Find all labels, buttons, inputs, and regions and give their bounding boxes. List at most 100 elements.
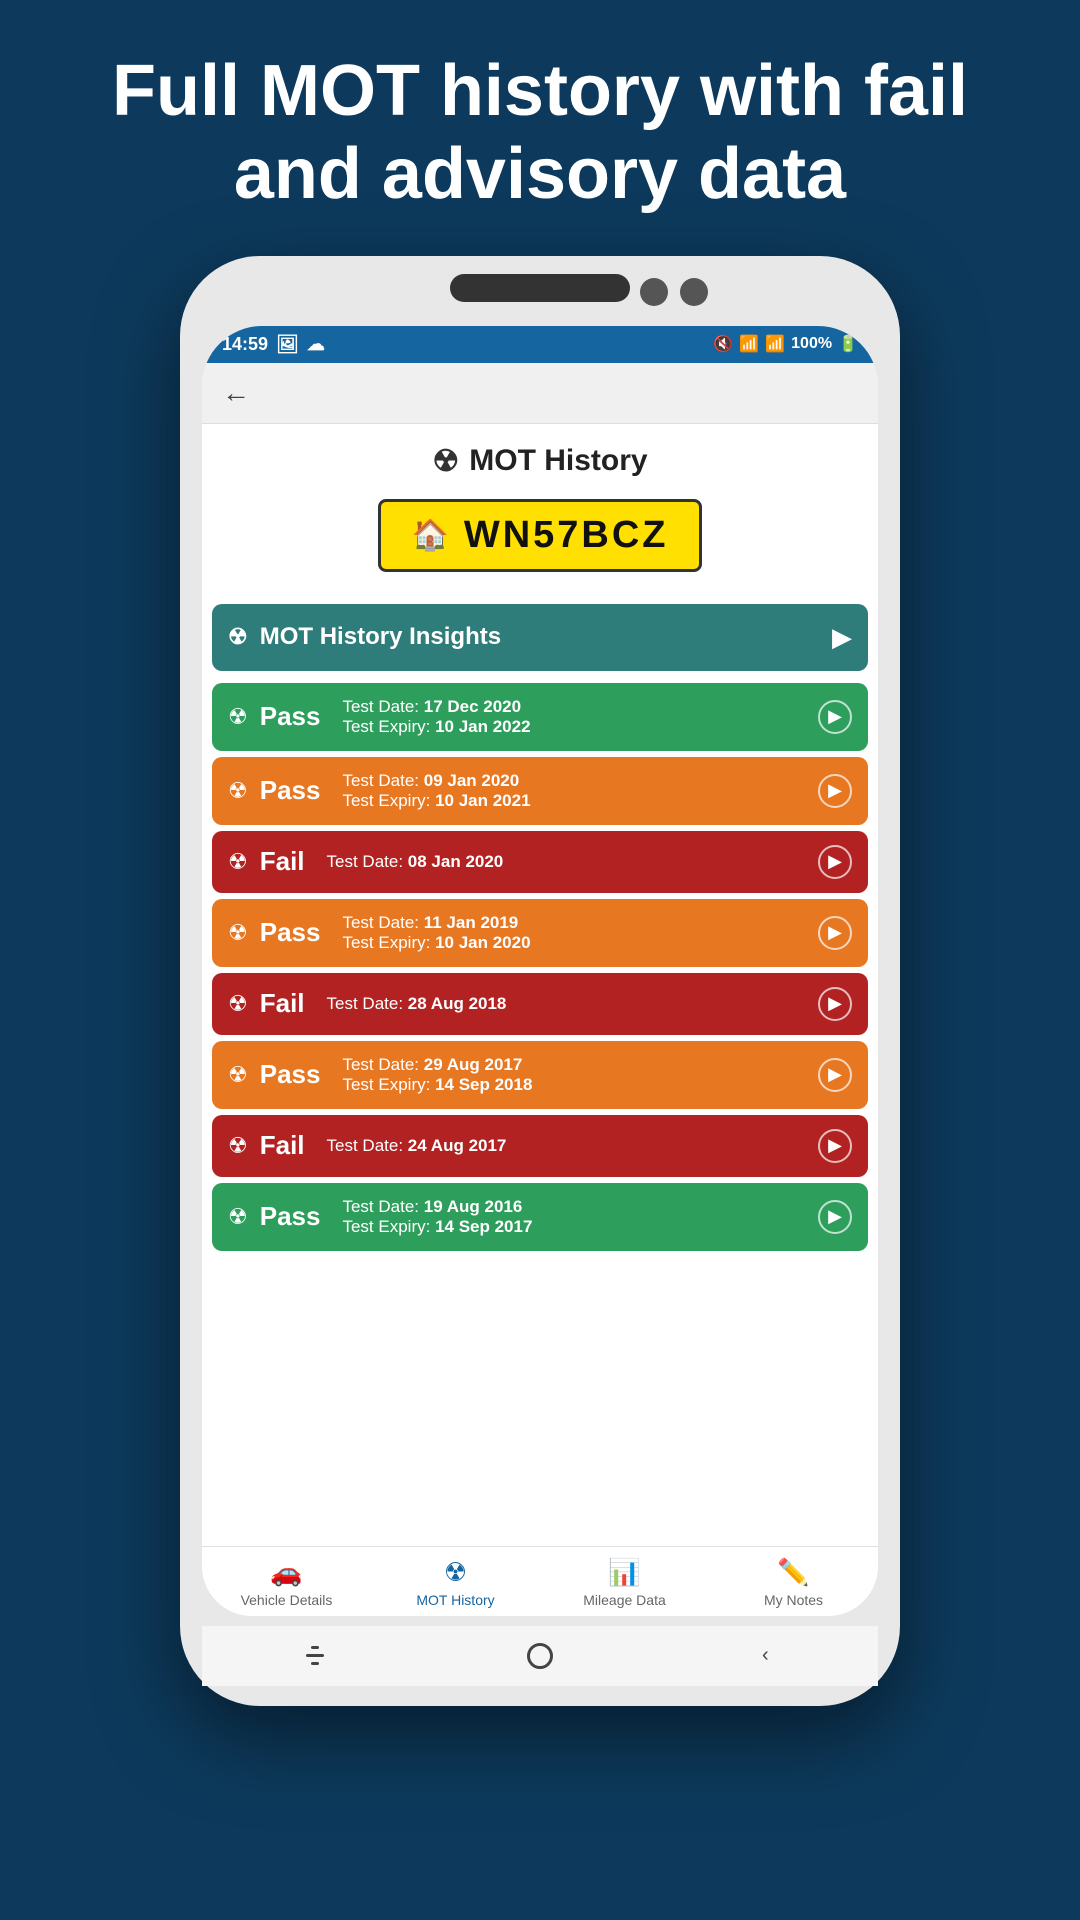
- mot-list-item[interactable]: ☢ Pass Test Date: 19 Aug 2016Test Expiry…: [212, 1183, 868, 1251]
- page-title-text: MOT History: [469, 444, 647, 478]
- test-date-line: Test Date: 24 Aug 2017: [327, 1136, 507, 1156]
- mileage-data-label: Mileage Data: [583, 1592, 666, 1608]
- mot-status-label: Fail: [260, 846, 305, 877]
- status-bar: 14:59 🖼 ☁ 🔇 📶 📶 100% 🔋: [202, 326, 878, 363]
- plate-garage-icon: 🏠: [411, 518, 451, 553]
- status-battery: 100%: [791, 335, 832, 353]
- mot-item-left: ☢ Pass Test Date: 19 Aug 2016Test Expiry…: [228, 1197, 532, 1237]
- expiry-date-line: Test Expiry: 14 Sep 2017: [342, 1217, 532, 1237]
- page-title: ☢ MOT History: [218, 444, 862, 479]
- title-section: ☢ MOT History 🏠 WN57BCZ: [202, 424, 878, 596]
- expiry-date-line: Test Expiry: 14 Sep 2018: [342, 1075, 532, 1095]
- phone-screen: 14:59 🖼 ☁ 🔇 📶 📶 100% 🔋 ←: [202, 326, 878, 1616]
- mot-radiation-icon: ☢: [228, 1133, 248, 1159]
- mot-status-label: Pass: [260, 1059, 321, 1090]
- mot-radiation-icon: ☢: [228, 920, 248, 946]
- status-battery-icon: 🔋: [838, 334, 858, 354]
- mot-radiation-icon: ☢: [228, 991, 248, 1017]
- plate-number: WN57BCZ: [464, 514, 669, 557]
- mot-list-item[interactable]: ☢ Fail Test Date: 28 Aug 2018 ▶: [212, 973, 868, 1035]
- mot-status-label: Pass: [260, 917, 321, 948]
- test-date-line: Test Date: 17 Dec 2020: [342, 697, 530, 717]
- test-date-line: Test Date: 11 Jan 2019: [342, 913, 530, 933]
- status-wifi-icon: 📶: [739, 334, 759, 354]
- nav-item-mot-history[interactable]: ☢ MOT History: [371, 1557, 540, 1608]
- mot-list-item[interactable]: ☢ Pass Test Date: 11 Jan 2019Test Expiry…: [212, 899, 868, 967]
- nav-item-vehicle-details[interactable]: 🚗 Vehicle Details: [202, 1557, 371, 1608]
- title-radiation-icon: ☢: [432, 444, 459, 479]
- insights-left: ☢ MOT History Insights: [228, 623, 501, 651]
- phone-system-nav: ‹: [202, 1626, 878, 1686]
- phone-camera-2: [680, 278, 708, 306]
- mot-item-arrow[interactable]: ▶: [818, 845, 852, 879]
- mot-item-left: ☢ Pass Test Date: 17 Dec 2020Test Expiry…: [228, 697, 531, 737]
- mot-status-label: Pass: [260, 1201, 321, 1232]
- mot-radiation-icon: ☢: [228, 849, 248, 875]
- mot-list-item[interactable]: ☢ Pass Test Date: 29 Aug 2017Test Expiry…: [212, 1041, 868, 1109]
- phone-body: 14:59 🖼 ☁ 🔇 📶 📶 100% 🔋 ←: [180, 256, 900, 1706]
- phone-camera-1: [640, 278, 668, 306]
- mot-item-left: ☢ Pass Test Date: 09 Jan 2020Test Expiry…: [228, 771, 531, 811]
- bottom-nav: 🚗 Vehicle Details ☢ MOT History 📊 Mileag…: [202, 1546, 878, 1616]
- phone-speaker: [450, 274, 630, 302]
- mot-status-label: Fail: [260, 1130, 305, 1161]
- mot-item-arrow[interactable]: ▶: [818, 916, 852, 950]
- mot-item-left: ☢ Fail Test Date: 24 Aug 2017: [228, 1130, 506, 1161]
- mot-list-item[interactable]: ☢ Pass Test Date: 09 Jan 2020Test Expiry…: [212, 757, 868, 825]
- mot-list-item[interactable]: ☢ Pass Test Date: 17 Dec 2020Test Expiry…: [212, 683, 868, 751]
- mot-item-arrow[interactable]: ▶: [818, 987, 852, 1021]
- test-date-line: Test Date: 28 Aug 2018: [327, 994, 507, 1014]
- back-button[interactable]: ←: [222, 377, 250, 409]
- vehicle-details-label: Vehicle Details: [241, 1592, 333, 1608]
- expiry-date-line: Test Expiry: 10 Jan 2022: [342, 717, 530, 737]
- sys-nav-recents[interactable]: [290, 1631, 340, 1681]
- expiry-date-line: Test Expiry: 10 Jan 2021: [342, 791, 530, 811]
- nav-item-mileage-data[interactable]: 📊 Mileage Data: [540, 1557, 709, 1608]
- mot-list: ☢ Pass Test Date: 17 Dec 2020Test Expiry…: [202, 679, 878, 1261]
- insights-label: MOT History Insights: [260, 623, 501, 651]
- phone-device: 14:59 🖼 ☁ 🔇 📶 📶 100% 🔋 ←: [180, 256, 900, 1706]
- insights-radiation-icon: ☢: [228, 624, 248, 650]
- screen-content: ☢ MOT History 🏠 WN57BCZ ☢ MOT History: [202, 424, 878, 1546]
- test-date-line: Test Date: 09 Jan 2020: [342, 771, 530, 791]
- mot-list-item[interactable]: ☢ Fail Test Date: 08 Jan 2020 ▶: [212, 831, 868, 893]
- test-date-line: Test Date: 29 Aug 2017: [342, 1055, 532, 1075]
- expiry-date-line: Test Expiry: 10 Jan 2020: [342, 933, 530, 953]
- nav-item-my-notes[interactable]: ✏️ My Notes: [709, 1557, 878, 1608]
- insights-bar[interactable]: ☢ MOT History Insights ▶: [212, 604, 868, 671]
- mot-status-label: Pass: [260, 775, 321, 806]
- sys-nav-home[interactable]: [515, 1631, 565, 1681]
- test-date-line: Test Date: 19 Aug 2016: [342, 1197, 532, 1217]
- status-mute-icon: 🔇: [713, 334, 733, 354]
- mot-item-left: ☢ Pass Test Date: 11 Jan 2019Test Expiry…: [228, 913, 531, 953]
- status-time: 14:59: [222, 334, 268, 355]
- insights-play-button[interactable]: ▶: [832, 622, 852, 653]
- mot-item-arrow[interactable]: ▶: [818, 774, 852, 808]
- mot-list-item[interactable]: ☢ Fail Test Date: 24 Aug 2017 ▶: [212, 1115, 868, 1177]
- mot-history-label: MOT History: [416, 1592, 494, 1608]
- status-left: 14:59 🖼 ☁: [222, 334, 325, 355]
- mot-item-left: ☢ Pass Test Date: 29 Aug 2017Test Expiry…: [228, 1055, 532, 1095]
- mot-item-arrow[interactable]: ▶: [818, 1058, 852, 1092]
- mot-item-arrow[interactable]: ▶: [818, 1129, 852, 1163]
- mot-status-label: Fail: [260, 988, 305, 1019]
- back-bar: ←: [202, 363, 878, 424]
- my-notes-label: My Notes: [764, 1592, 823, 1608]
- hero-title: Full MOT history with fail and advisory …: [0, 0, 1080, 246]
- mileage-data-icon: 📊: [608, 1557, 640, 1588]
- license-plate: 🏠 WN57BCZ: [378, 499, 701, 572]
- mot-radiation-icon: ☢: [228, 1204, 248, 1230]
- mot-item-left: ☢ Fail Test Date: 08 Jan 2020: [228, 846, 503, 877]
- mot-item-left: ☢ Fail Test Date: 28 Aug 2018: [228, 988, 506, 1019]
- sys-nav-back[interactable]: ‹: [740, 1631, 790, 1681]
- mot-radiation-icon: ☢: [228, 1062, 248, 1088]
- mot-radiation-icon: ☢: [228, 704, 248, 730]
- status-cloud-icon: ☁: [307, 334, 325, 355]
- status-signal-icon: 📶: [765, 334, 785, 354]
- mot-history-icon: ☢: [444, 1557, 467, 1588]
- mot-item-arrow[interactable]: ▶: [818, 1200, 852, 1234]
- my-notes-icon: ✏️: [777, 1557, 809, 1588]
- mot-item-arrow[interactable]: ▶: [818, 700, 852, 734]
- test-date-line: Test Date: 08 Jan 2020: [327, 852, 504, 872]
- mot-status-label: Pass: [260, 701, 321, 732]
